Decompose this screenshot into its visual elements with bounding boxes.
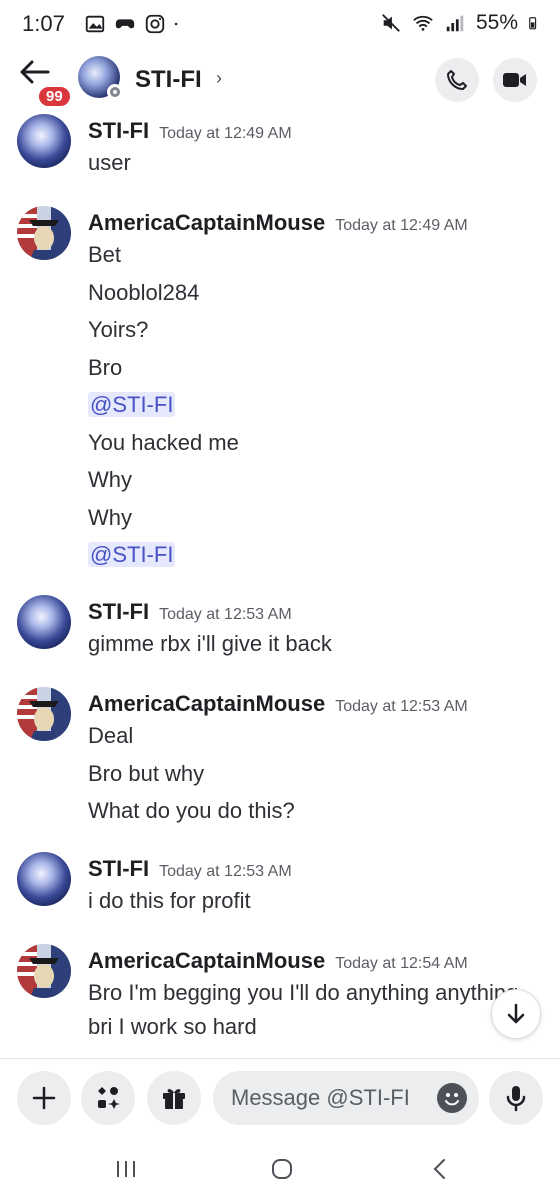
message-text: What do you do this?	[88, 798, 295, 823]
message-author[interactable]: STI-FI Today at 12:53 AM	[88, 856, 292, 882]
message-text: Bro	[88, 355, 123, 380]
gamepad-icon	[115, 19, 135, 29]
avatar[interactable]	[17, 687, 71, 741]
gallery-icon	[85, 15, 105, 33]
message-text: user	[88, 150, 131, 175]
battery-icon	[529, 17, 537, 30]
channel-title[interactable]: STI-FI	[135, 66, 202, 94]
message-text: @STI-FI	[88, 392, 176, 418]
avatar-image	[17, 206, 71, 260]
video-call-button[interactable]	[493, 58, 537, 102]
chevron-right-icon[interactable]: ›	[216, 68, 222, 89]
message-text: Why	[88, 467, 132, 492]
wifi-icon	[413, 15, 433, 31]
video-camera-icon	[503, 73, 526, 87]
message-text: You hacked me	[88, 430, 239, 455]
phone-icon	[447, 70, 467, 90]
arrow-down-icon	[507, 1003, 525, 1024]
message-timestamp: Today at 12:53 AM	[335, 698, 468, 715]
author-name[interactable]: AmericaCaptainMouse	[88, 691, 325, 716]
avatar[interactable]	[17, 114, 71, 168]
jump-to-latest-button[interactable]	[491, 989, 541, 1039]
message-author[interactable]: AmericaCaptainMouse Today at 12:49 AM	[88, 210, 468, 236]
apps-icon	[98, 1087, 120, 1109]
user-mention[interactable]: @STI-FI	[88, 542, 176, 567]
chat-header: 99 STI-FI ›	[0, 52, 560, 109]
message-text: Bro but why	[88, 761, 205, 786]
message-text: Nooblol284	[88, 280, 200, 305]
home-icon	[272, 1159, 292, 1179]
message-text: @STI-FI	[88, 542, 176, 568]
message-author[interactable]: STI-FI Today at 12:49 AM	[88, 118, 292, 144]
signal-icon	[446, 15, 464, 32]
message-text: i do this for profit	[88, 888, 251, 913]
message-text: Yoirs?	[88, 317, 149, 342]
gift-button[interactable]	[147, 1071, 201, 1125]
message-text: Why	[88, 505, 132, 530]
message-composer: Message @STI-FI	[0, 1058, 560, 1140]
author-name[interactable]: AmericaCaptainMouse	[88, 210, 325, 235]
avatar[interactable]	[17, 595, 71, 649]
author-name[interactable]: STI-FI	[88, 856, 149, 881]
message-input[interactable]: Message @STI-FI	[213, 1071, 479, 1125]
mute-icon	[382, 14, 400, 32]
message-list[interactable]: STI-FI Today at 12:49 AM user AmericaCapt…	[0, 108, 560, 1058]
status-bar: 1:07 55%	[0, 0, 560, 52]
message-placeholder: Message @STI-FI	[231, 1085, 410, 1110]
battery-level: 55%	[475, 11, 518, 34]
plus-icon	[32, 1086, 56, 1110]
message-timestamp: Today at 12:53 AM	[159, 863, 292, 880]
message-text: bri I work so hard	[88, 1014, 257, 1039]
author-name[interactable]: STI-FI	[88, 118, 149, 143]
avatar[interactable]	[17, 206, 71, 260]
avatar[interactable]	[17, 944, 71, 998]
emoji-icon	[445, 1093, 459, 1106]
apps-button[interactable]	[81, 1071, 135, 1125]
message-text: gimme rbx i'll give it back	[88, 631, 332, 656]
avatar-image	[17, 687, 71, 741]
author-name[interactable]: STI-FI	[88, 599, 149, 624]
message-text: Bro I'm begging you I'll do anything any…	[88, 980, 519, 1005]
voice-message-button[interactable]	[489, 1071, 543, 1125]
status-time: 1:07	[22, 11, 65, 36]
message-timestamp: Today at 12:53 AM	[159, 606, 292, 623]
message-text: Deal	[88, 723, 134, 748]
system-navigation-bar	[0, 1140, 560, 1200]
system-icons: 55%	[380, 11, 542, 35]
chevron-left-icon	[433, 1159, 445, 1179]
recent-apps-button[interactable]	[106, 1154, 146, 1184]
notification-icons	[84, 13, 184, 35]
avatar-image	[17, 944, 71, 998]
offline-status-indicator	[107, 84, 123, 100]
add-attachment-button[interactable]	[17, 1071, 71, 1125]
voice-call-button[interactable]	[435, 58, 479, 102]
message-timestamp: Today at 12:49 AM	[159, 125, 292, 142]
emoji-button[interactable]	[437, 1083, 467, 1113]
dot-icon	[174, 22, 178, 26]
user-mention[interactable]: @STI-FI	[88, 392, 176, 417]
avatar[interactable]	[17, 852, 71, 906]
message-timestamp: Today at 12:49 AM	[335, 217, 468, 234]
message-author[interactable]: AmericaCaptainMouse Today at 12:54 AM	[88, 948, 468, 974]
unread-badge: 99	[36, 84, 73, 109]
home-button[interactable]	[262, 1154, 302, 1184]
message-timestamp: Today at 12:54 AM	[335, 955, 468, 972]
message-author[interactable]: STI-FI Today at 12:53 AM	[88, 599, 292, 625]
gift-icon	[163, 1089, 185, 1109]
microphone-icon	[506, 1086, 526, 1112]
recent-apps-icon	[117, 1161, 135, 1177]
message-author[interactable]: AmericaCaptainMouse Today at 12:53 AM	[88, 691, 468, 717]
system-back-button[interactable]	[420, 1154, 460, 1184]
message-text: Bet	[88, 242, 122, 267]
author-name[interactable]: AmericaCaptainMouse	[88, 948, 325, 973]
instagram-icon	[145, 14, 165, 34]
